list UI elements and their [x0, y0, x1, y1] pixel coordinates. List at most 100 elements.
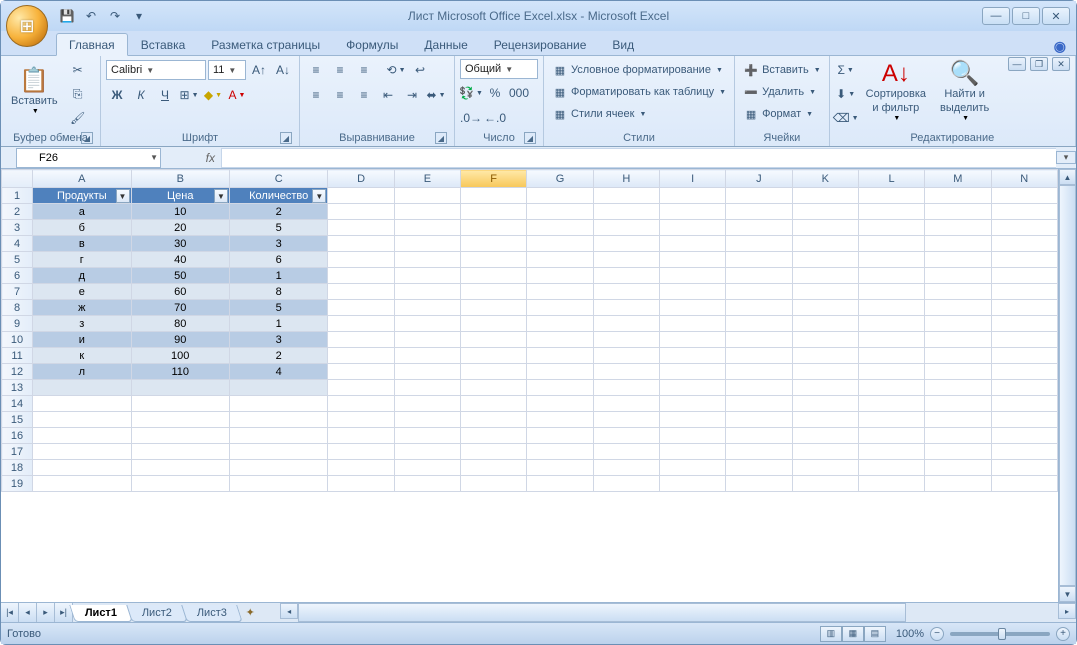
cell-G2[interactable] — [527, 204, 593, 220]
tab-data[interactable]: Данные — [411, 33, 480, 55]
format-painter-button[interactable]: 🖌 — [67, 107, 89, 129]
next-sheet-button[interactable]: ▸ — [37, 603, 55, 622]
row-header-5[interactable]: 5 — [2, 252, 33, 268]
filter-dropdown-icon[interactable]: ▼ — [312, 189, 326, 203]
cell-H14[interactable] — [593, 396, 659, 412]
cell-J13[interactable] — [726, 380, 792, 396]
column-header-I[interactable]: I — [659, 170, 725, 188]
column-header-B[interactable]: B — [131, 170, 229, 188]
cell-F17[interactable] — [461, 444, 527, 460]
cell-E3[interactable] — [394, 220, 460, 236]
name-box[interactable]: F26▼ — [16, 148, 161, 168]
cell-C18[interactable] — [229, 460, 327, 476]
cell-A10[interactable]: и — [33, 332, 131, 348]
cell-B10[interactable]: 90 — [131, 332, 229, 348]
font-name-combo[interactable]: Calibri▼ — [106, 60, 206, 80]
delete-cells-button[interactable]: ➖Удалить▼ — [740, 81, 819, 103]
cell-N15[interactable] — [991, 412, 1057, 428]
cell-D3[interactable] — [328, 220, 394, 236]
cell-E8[interactable] — [394, 300, 460, 316]
cell-J9[interactable] — [726, 316, 792, 332]
cell-E4[interactable] — [394, 236, 460, 252]
cell-C12[interactable]: 4 — [229, 364, 327, 380]
cell-N11[interactable] — [991, 348, 1057, 364]
spreadsheet-grid[interactable]: ABCDEFGHIJKLMN1Продукты▼Цена▼Количество▼… — [1, 169, 1058, 492]
cell-I4[interactable] — [659, 236, 725, 252]
cell-H1[interactable] — [593, 188, 659, 204]
cell-A5[interactable]: г — [33, 252, 131, 268]
cell-A18[interactable] — [33, 460, 131, 476]
row-header-4[interactable]: 4 — [2, 236, 33, 252]
cell-N10[interactable] — [991, 332, 1057, 348]
cell-K16[interactable] — [792, 428, 858, 444]
cell-D17[interactable] — [328, 444, 394, 460]
zoom-slider-thumb[interactable] — [998, 628, 1006, 640]
increase-decimal-button[interactable]: .0→ — [460, 107, 482, 129]
cell-I7[interactable] — [659, 284, 725, 300]
help-icon[interactable]: ◉ — [1044, 38, 1076, 55]
tab-insert[interactable]: Вставка — [128, 33, 199, 55]
scroll-right-button[interactable]: ▸ — [1058, 603, 1076, 619]
cell-L12[interactable] — [858, 364, 924, 380]
cell-H8[interactable] — [593, 300, 659, 316]
cell-D18[interactable] — [328, 460, 394, 476]
row-header-10[interactable]: 10 — [2, 332, 33, 348]
minimize-button[interactable]: — — [982, 7, 1010, 25]
align-left-button[interactable]: ≡ — [305, 84, 327, 106]
fill-button[interactable]: ⬇▼ — [835, 83, 857, 105]
cell-I5[interactable] — [659, 252, 725, 268]
cell-M9[interactable] — [925, 316, 991, 332]
cell-K17[interactable] — [792, 444, 858, 460]
row-header-9[interactable]: 9 — [2, 316, 33, 332]
cell-J8[interactable] — [726, 300, 792, 316]
cell-H7[interactable] — [593, 284, 659, 300]
cell-B3[interactable]: 20 — [131, 220, 229, 236]
column-header-N[interactable]: N — [991, 170, 1057, 188]
cell-D14[interactable] — [328, 396, 394, 412]
align-bottom-button[interactable]: ≡ — [353, 59, 375, 81]
column-header-A[interactable]: A — [33, 170, 131, 188]
cell-F14[interactable] — [461, 396, 527, 412]
column-header-C[interactable]: C — [229, 170, 327, 188]
cell-B16[interactable] — [131, 428, 229, 444]
cell-L18[interactable] — [858, 460, 924, 476]
scroll-up-button[interactable]: ▲ — [1059, 169, 1076, 185]
cell-N3[interactable] — [991, 220, 1057, 236]
cell-F15[interactable] — [461, 412, 527, 428]
cell-K1[interactable] — [792, 188, 858, 204]
save-button[interactable]: 💾 — [57, 6, 77, 26]
row-header-6[interactable]: 6 — [2, 268, 33, 284]
cell-F18[interactable] — [461, 460, 527, 476]
orientation-button[interactable]: ⟲▼ — [385, 59, 407, 81]
column-header-J[interactable]: J — [726, 170, 792, 188]
decrease-decimal-button[interactable]: ←.0 — [484, 107, 506, 129]
grow-font-button[interactable]: A↑ — [248, 59, 270, 81]
cell-L8[interactable] — [858, 300, 924, 316]
cell-J4[interactable] — [726, 236, 792, 252]
cell-B8[interactable]: 70 — [131, 300, 229, 316]
select-all-corner[interactable] — [2, 170, 33, 188]
cell-N1[interactable] — [991, 188, 1057, 204]
row-header-7[interactable]: 7 — [2, 284, 33, 300]
cell-C4[interactable]: 3 — [229, 236, 327, 252]
cell-A12[interactable]: л — [33, 364, 131, 380]
percent-button[interactable]: % — [484, 82, 506, 104]
cell-L16[interactable] — [858, 428, 924, 444]
cell-A7[interactable]: е — [33, 284, 131, 300]
border-button[interactable]: ⊞▼ — [178, 84, 200, 106]
sheet-tab-Лист3[interactable]: Лист3 — [181, 605, 243, 622]
cell-E7[interactable] — [394, 284, 460, 300]
cell-M1[interactable] — [925, 188, 991, 204]
cell-J12[interactable] — [726, 364, 792, 380]
underline-button[interactable]: Ч — [154, 84, 176, 106]
cell-N12[interactable] — [991, 364, 1057, 380]
cell-C14[interactable] — [229, 396, 327, 412]
row-header-3[interactable]: 3 — [2, 220, 33, 236]
cell-J18[interactable] — [726, 460, 792, 476]
italic-button[interactable]: К — [130, 84, 152, 106]
cell-F16[interactable] — [461, 428, 527, 444]
cell-H19[interactable] — [593, 476, 659, 492]
zoom-level[interactable]: 100% — [896, 628, 924, 640]
qat-customize[interactable]: ▾ — [129, 6, 149, 26]
cell-K19[interactable] — [792, 476, 858, 492]
